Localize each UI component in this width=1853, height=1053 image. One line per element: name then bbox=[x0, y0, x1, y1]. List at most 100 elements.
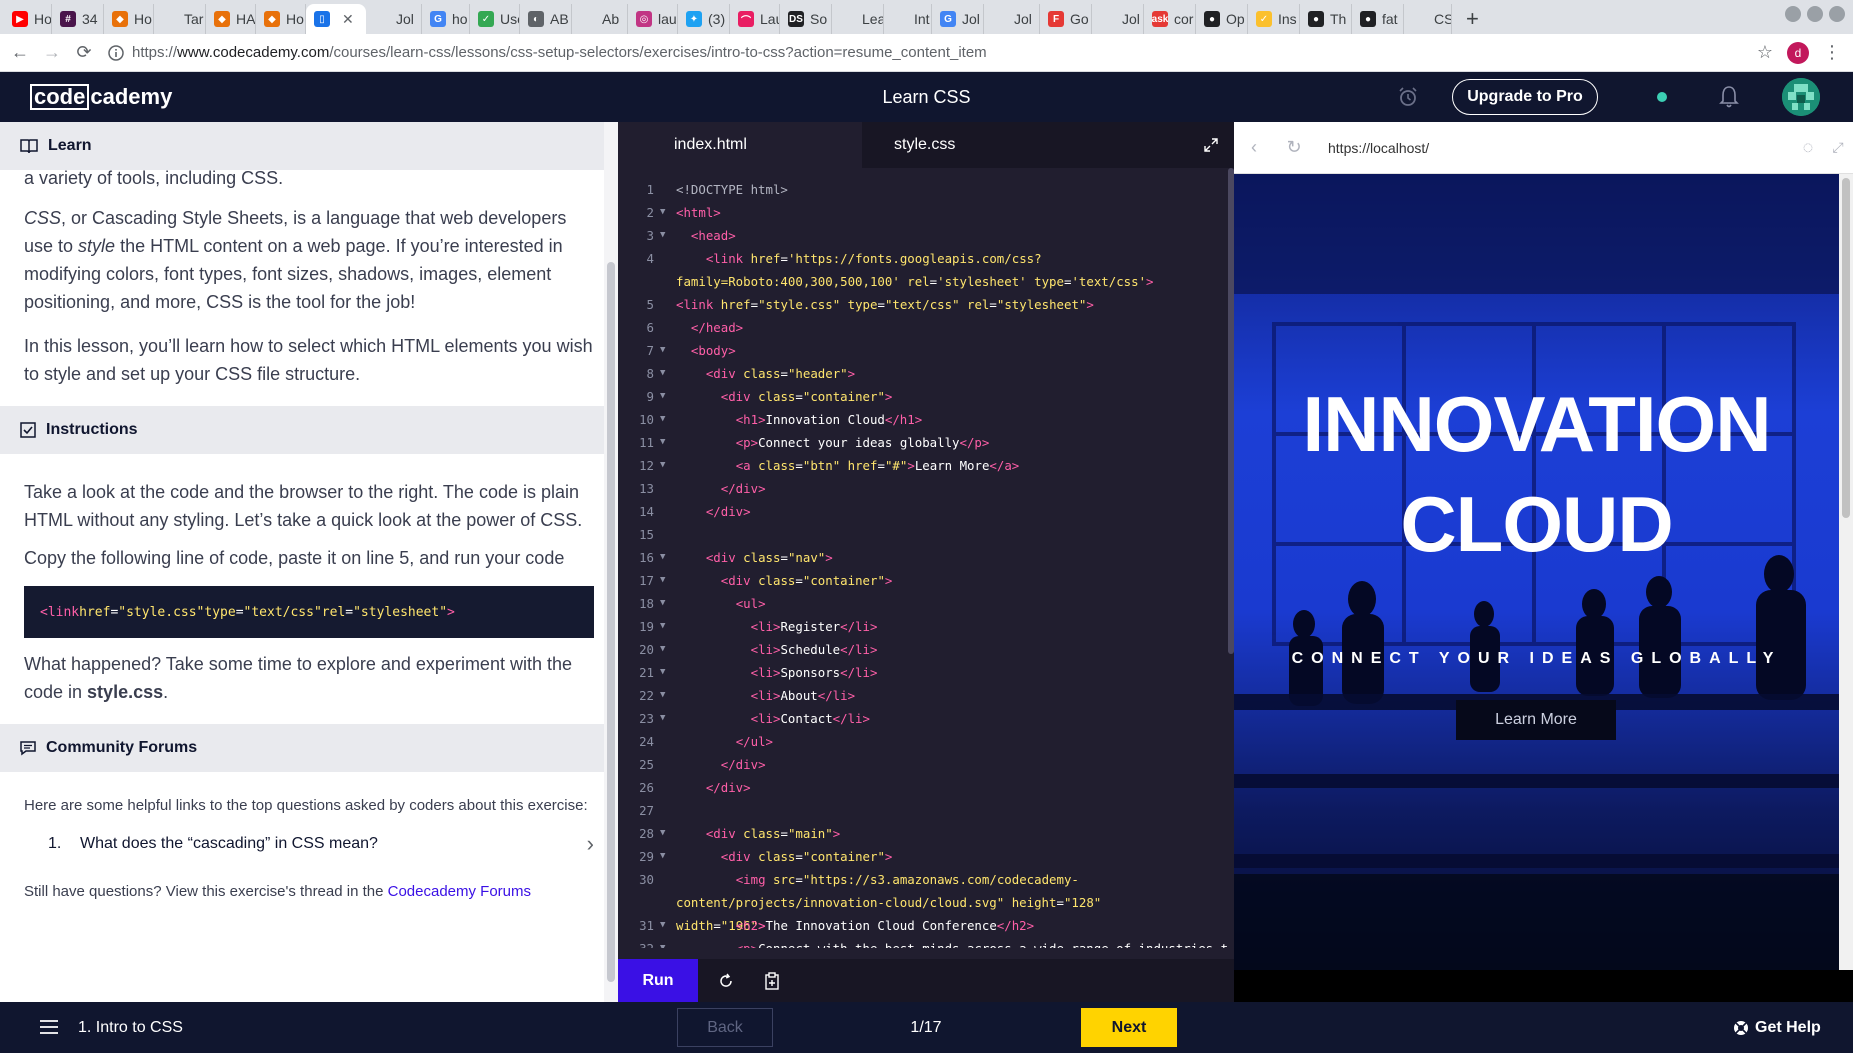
browser-tab[interactable]: ▶ Ho bbox=[4, 4, 52, 34]
fold-arrow-icon[interactable]: ▼ bbox=[660, 707, 665, 730]
code-line[interactable]: 5 <link href="style.css" type="text/css" … bbox=[618, 293, 1228, 316]
code-line[interactable]: 27 bbox=[618, 799, 1228, 822]
code-line[interactable]: 22 ▼ <li>About</li> bbox=[618, 684, 1228, 707]
browser-tab[interactable]: ◆ Ho bbox=[256, 4, 306, 34]
forum-question-item[interactable]: 1. What does the “cascading” in CSS mean?… bbox=[0, 826, 618, 862]
run-button[interactable]: Run bbox=[618, 959, 698, 1002]
code-line[interactable]: 25 </div> bbox=[618, 753, 1228, 776]
browser-tab[interactable]: ◆ HA bbox=[206, 4, 256, 34]
browser-tab[interactable]: Jol bbox=[1092, 4, 1144, 34]
code-line[interactable]: 10 ▼ <h1>Innovation Cloud</h1> bbox=[618, 408, 1228, 431]
minimize-button[interactable] bbox=[1785, 6, 1801, 22]
fold-arrow-icon[interactable]: ▼ bbox=[660, 201, 665, 224]
fold-arrow-icon[interactable]: ▼ bbox=[660, 408, 665, 431]
back-button[interactable]: Back bbox=[677, 1008, 773, 1047]
code-line[interactable]: 7 ▼ <body> bbox=[618, 339, 1228, 362]
fold-arrow-icon[interactable]: ▼ bbox=[660, 569, 665, 592]
browser-tab[interactable]: CS bbox=[1404, 4, 1452, 34]
code-line[interactable]: 17 ▼ <div class="container"> bbox=[618, 569, 1228, 592]
code-line[interactable]: 15 bbox=[618, 523, 1228, 546]
code-line[interactable]: 12 ▼ <a class="btn" href="#">Learn More</… bbox=[618, 454, 1228, 477]
fold-arrow-icon[interactable]: ▼ bbox=[660, 661, 665, 684]
alarm-clock-icon[interactable] bbox=[1397, 86, 1419, 108]
back-arrow-icon[interactable]: ← bbox=[4, 37, 36, 69]
fold-arrow-icon[interactable]: ▼ bbox=[660, 546, 665, 569]
browser-tab[interactable]: G Jol bbox=[932, 4, 984, 34]
code-line[interactable]: 23 ▼ <li>Contact</li> bbox=[618, 707, 1228, 730]
code-line[interactable]: 9 ▼ <div class="container"> bbox=[618, 385, 1228, 408]
browser-menu-icon[interactable]: ⋮ bbox=[1823, 42, 1841, 63]
fold-arrow-icon[interactable]: ▼ bbox=[660, 638, 665, 661]
fold-arrow-icon[interactable]: ▼ bbox=[660, 615, 665, 638]
code-line[interactable]: 18 ▼ <ul> bbox=[618, 592, 1228, 615]
browser-tab[interactable]: DS So bbox=[780, 4, 832, 34]
code-line[interactable]: 30 <img src="https://s3.amazonaws.com/co… bbox=[618, 868, 1228, 933]
code-line[interactable]: 19 ▼ <li>Register</li> bbox=[618, 615, 1228, 638]
upgrade-to-pro-button[interactable]: Upgrade to Pro bbox=[1452, 79, 1598, 115]
profile-avatar[interactable]: d bbox=[1787, 41, 1809, 64]
code-line[interactable]: 3 ▼ <head> bbox=[618, 224, 1228, 247]
code-line[interactable]: 29 ▼ <div class="container"> bbox=[618, 845, 1228, 868]
browser-tab[interactable]: F Go bbox=[1040, 4, 1092, 34]
browser-tab[interactable]: ● Th bbox=[1300, 4, 1352, 34]
menu-icon[interactable] bbox=[40, 1019, 58, 1035]
instructions-section-header[interactable]: Instructions bbox=[0, 406, 618, 454]
expand-icon[interactable] bbox=[1204, 138, 1218, 152]
preview-refresh-icon[interactable]: ↻ bbox=[1274, 137, 1314, 158]
reset-button[interactable] bbox=[708, 959, 744, 1002]
browser-tab[interactable]: Lea bbox=[832, 4, 884, 34]
code-line[interactable]: 32 ▼ <p>Connect with the best minds acros… bbox=[618, 937, 1228, 948]
code-line[interactable]: 13 </div> bbox=[618, 477, 1228, 500]
fold-arrow-icon[interactable]: ▼ bbox=[660, 431, 665, 454]
browser-tab[interactable]: ✓ Ins bbox=[1248, 4, 1300, 34]
tab-index-html[interactable]: index.html bbox=[618, 122, 862, 168]
bookmark-star-icon[interactable]: ☆ bbox=[1757, 42, 1773, 63]
browser-tab[interactable]: ask cor bbox=[1144, 4, 1196, 34]
code-line[interactable]: 28 ▼ <div class="main"> bbox=[618, 822, 1228, 845]
preview-url[interactable]: https://localhost/ bbox=[1328, 140, 1793, 156]
browser-tab[interactable]: #34 bbox=[52, 4, 104, 34]
fold-arrow-icon[interactable]: ▼ bbox=[660, 385, 665, 408]
code-snippet[interactable]: <link href = "style.css" type = "text/css" r… bbox=[24, 586, 594, 638]
tab-style-css[interactable]: style.css bbox=[862, 122, 1102, 168]
preview-scrollbar-thumb[interactable] bbox=[1842, 178, 1850, 518]
code-line[interactable]: 2 ▼ <html> bbox=[618, 201, 1228, 224]
copy-code-button[interactable] bbox=[754, 959, 790, 1002]
browser-tab[interactable]: Jol bbox=[366, 4, 422, 34]
user-avatar-icon[interactable] bbox=[1782, 78, 1820, 116]
code-line[interactable]: 21 ▼ <li>Sponsors</li> bbox=[618, 661, 1228, 684]
get-help-button[interactable]: Get Help bbox=[1733, 1002, 1821, 1053]
info-icon[interactable] bbox=[108, 44, 124, 61]
forward-arrow-icon[interactable]: → bbox=[36, 37, 68, 69]
codecademy-forums-link[interactable]: Codecademy Forums bbox=[388, 883, 531, 900]
code-line[interactable]: 20 ▼ <li>Schedule</li> bbox=[618, 638, 1228, 661]
browser-tab[interactable]: ◐ AB bbox=[520, 4, 572, 34]
code-content[interactable]: 1 <!DOCTYPE html> 2 ▼ <html> 3 ▼ <head> 4 <link… bbox=[618, 178, 1228, 948]
reload-icon[interactable]: ⟳ bbox=[68, 37, 100, 69]
browser-tab[interactable]: ⌒ Lau bbox=[730, 4, 780, 34]
browser-tab[interactable]: ◆ Ho bbox=[104, 4, 154, 34]
browser-tab[interactable]: ✦ (3) bbox=[678, 4, 730, 34]
fold-arrow-icon[interactable]: ▼ bbox=[660, 845, 665, 868]
forums-section-header[interactable]: Community Forums bbox=[0, 724, 618, 772]
code-line[interactable]: 8 ▼ <div class="header"> bbox=[618, 362, 1228, 385]
code-line[interactable]: 16 ▼ <div class="nav"> bbox=[618, 546, 1228, 569]
browser-tab[interactable]: Tar bbox=[154, 4, 206, 34]
browser-tab[interactable]: ✓ Use bbox=[470, 4, 520, 34]
next-button[interactable]: Next bbox=[1081, 1008, 1177, 1047]
browser-tab[interactable]: ◎ lau bbox=[628, 4, 678, 34]
code-line[interactable]: 4 <link href='https://fonts.googleapis.c… bbox=[618, 247, 1228, 293]
fold-arrow-icon[interactable]: ▼ bbox=[660, 684, 665, 707]
browser-tab[interactable]: ● Op bbox=[1196, 4, 1248, 34]
fold-arrow-icon[interactable]: ▼ bbox=[660, 592, 665, 615]
fold-arrow-icon[interactable]: ▼ bbox=[660, 224, 665, 247]
fold-arrow-icon[interactable]: ▼ bbox=[660, 362, 665, 385]
code-line[interactable]: 6 </head> bbox=[618, 316, 1228, 339]
codecademy-logo[interactable]: code cademy bbox=[30, 84, 172, 110]
preview-expand-icon[interactable]: ⤢ bbox=[1823, 139, 1853, 156]
code-line[interactable]: 26 </div> bbox=[618, 776, 1228, 799]
learn-section-header[interactable]: Learn bbox=[0, 122, 618, 170]
new-tab-button[interactable]: + bbox=[1452, 4, 1493, 34]
browser-tab[interactable]: ● fat bbox=[1352, 4, 1404, 34]
fold-arrow-icon[interactable]: ▼ bbox=[660, 454, 665, 477]
